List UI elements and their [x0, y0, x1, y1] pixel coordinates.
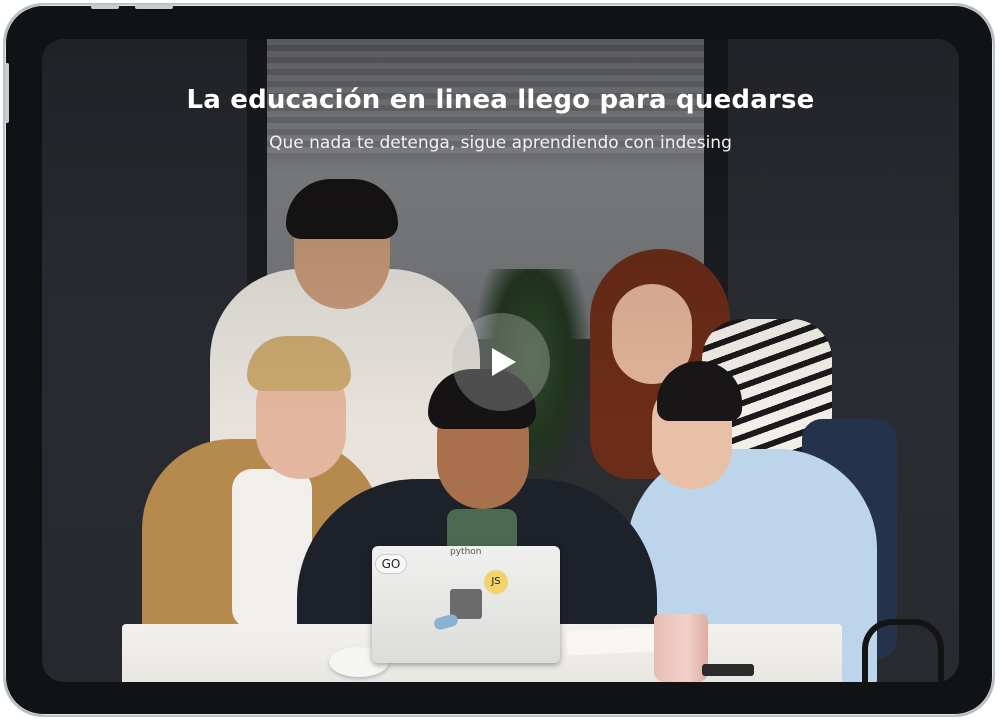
play-button[interactable]	[452, 313, 550, 411]
video-screen: GO python JS La educación en linea llego…	[42, 39, 959, 682]
tablet-top-button	[135, 5, 173, 9]
hero-title: La educación en linea llego para quedars…	[186, 85, 815, 115]
tablet-side-button	[5, 63, 9, 123]
play-icon	[491, 348, 516, 376]
hero-subtitle: Que nada te detenga, sigue aprendiendo c…	[269, 133, 732, 153]
tablet-top-button	[91, 5, 119, 9]
